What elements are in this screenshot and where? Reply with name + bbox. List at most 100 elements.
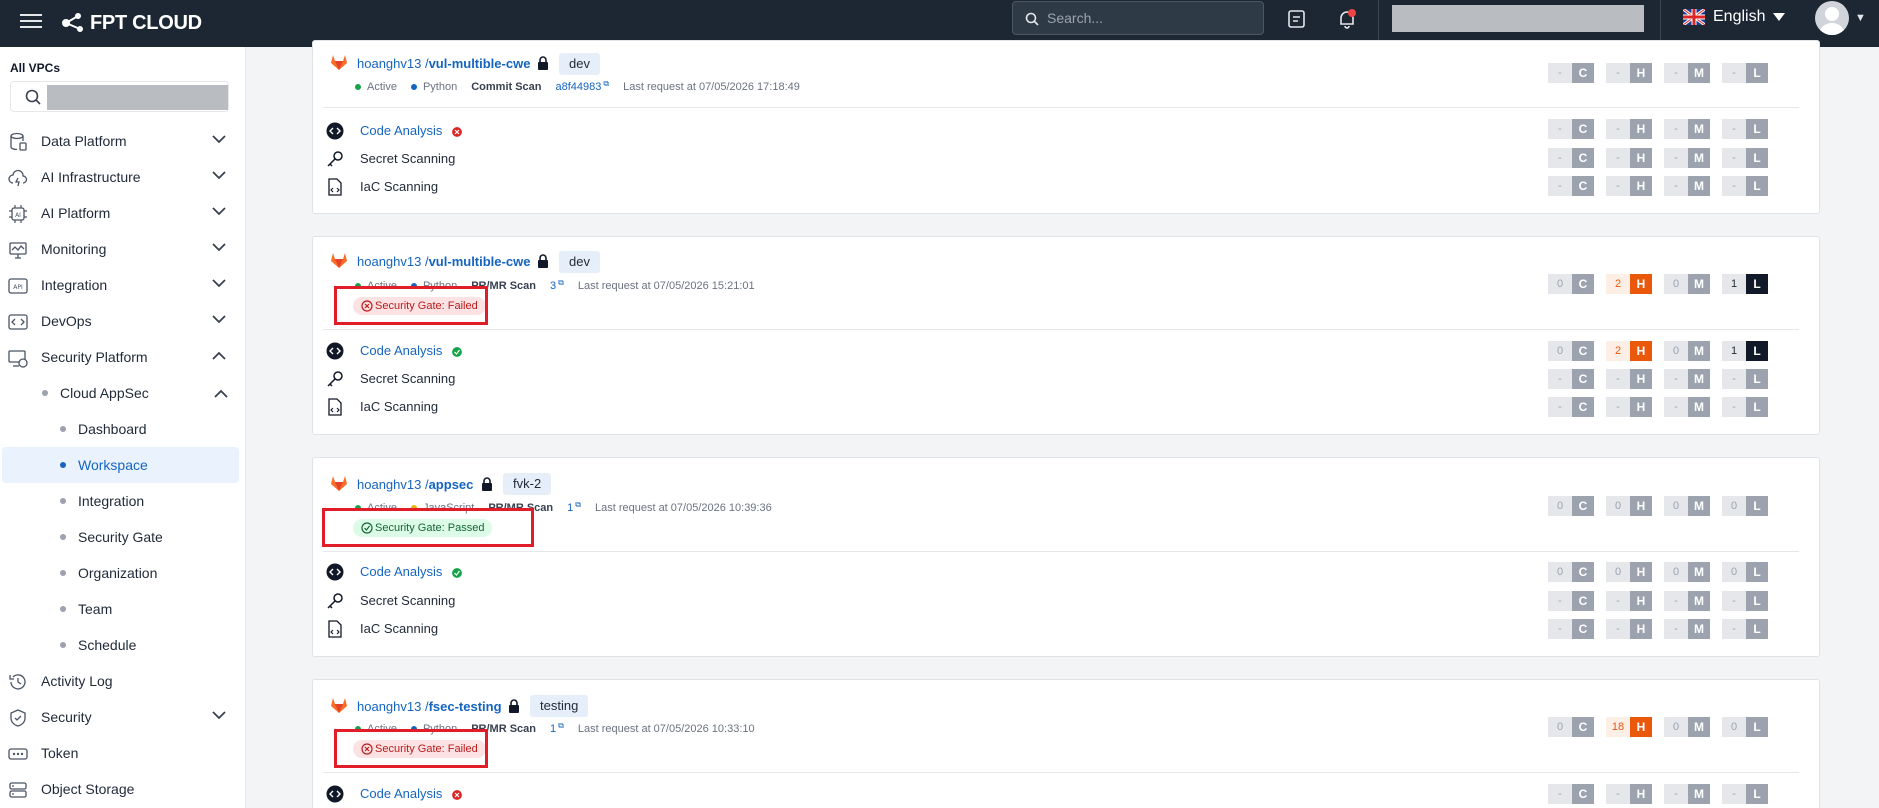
sidebar-subitem-integration[interactable]: Integration — [0, 483, 246, 519]
sidebar-item-data-platform[interactable]: Data Platform — [0, 123, 246, 159]
sidebar-subitem-schedule[interactable]: Schedule — [0, 627, 246, 663]
critical-count: 0C — [1548, 562, 1594, 582]
external-link-icon[interactable]: ⧉ — [575, 500, 581, 510]
hamburger-menu-icon[interactable] — [20, 10, 42, 32]
low-count: 0L — [1722, 717, 1768, 737]
fpt-cloud-logo[interactable]: FPT CLOUD — [60, 8, 202, 38]
notes-icon[interactable] — [1286, 8, 1308, 30]
sidebar-subitem-team[interactable]: Team — [0, 591, 246, 627]
passed-status-icon — [452, 568, 462, 578]
chevron-down-icon — [212, 279, 226, 288]
low-count: -L — [1722, 148, 1768, 168]
sidebar-subitem-organization[interactable]: Organization — [0, 555, 246, 591]
repo-card: hoanghv13 /vul-multible-cwe dev Active P… — [312, 40, 1820, 214]
pr-link[interactable]: 1 — [567, 502, 573, 514]
repo-link[interactable]: hoanghv13 /fsec-testing — [357, 699, 502, 714]
medium-count: -M — [1664, 619, 1710, 639]
iac-scanning-label: IaC Scanning — [360, 621, 439, 636]
low-count: -L — [1722, 397, 1768, 417]
sidebar-subitem-workspace[interactable]: Workspace — [2, 447, 239, 483]
count-value: - — [1606, 63, 1630, 83]
sidebar-item-token[interactable]: Token — [0, 735, 246, 771]
language-dot-icon — [410, 84, 417, 90]
low-badge: L — [1746, 619, 1768, 639]
count-value: - — [1664, 369, 1688, 389]
count-value: - — [1606, 591, 1630, 611]
critical-badge: C — [1572, 619, 1594, 639]
count-value: - — [1548, 119, 1572, 139]
iac-file-icon — [328, 620, 342, 638]
high-count: 18 H — [1606, 717, 1652, 737]
high-badge: H — [1630, 341, 1652, 361]
high-badge: H — [1630, 562, 1652, 582]
high-count: -H — [1606, 369, 1652, 389]
pr-link[interactable]: 3 — [550, 280, 556, 292]
vpc-search-input[interactable] — [10, 81, 229, 112]
count-value: - — [1722, 784, 1746, 804]
sidebar-subitem-dashboard[interactable]: Dashboard — [0, 411, 246, 447]
repo-link[interactable]: hoanghv13 /vul-multible-cwe — [357, 56, 530, 71]
monitor-icon — [9, 242, 27, 259]
sidebar-item-integration[interactable]: API Integration — [0, 267, 246, 303]
sidebar-item-cloud-appsec[interactable]: Cloud AppSec — [0, 375, 246, 411]
sidebar-item-devops[interactable]: DevOps — [0, 303, 246, 339]
external-link-icon[interactable]: ⧉ — [558, 721, 564, 731]
sidebar-item-activity-log[interactable]: Activity Log — [0, 663, 246, 699]
medium-count: 0M — [1664, 562, 1710, 582]
lock-icon — [509, 699, 519, 713]
bullet-icon — [60, 606, 66, 612]
gitlab-icon — [331, 476, 347, 491]
code-analysis-link[interactable]: Code Analysis — [360, 343, 442, 358]
repo-owner: hoanghv13 / — [357, 254, 429, 269]
sidebar-item-security-platform[interactable]: Security Platform — [0, 339, 246, 375]
avatar-caret-icon[interactable]: ▼ — [1855, 12, 1866, 24]
repo-link[interactable]: hoanghv13 /appsec — [357, 477, 473, 492]
sidebar-subitem-security-gate[interactable]: Security Gate — [0, 519, 246, 555]
critical-badge: C — [1572, 341, 1594, 361]
external-link-icon[interactable]: ⧉ — [603, 79, 609, 89]
high-count: -H — [1606, 63, 1652, 83]
low-count: -L — [1722, 119, 1768, 139]
sidebar-item-security[interactable]: Security — [0, 699, 246, 735]
count-value: 0 — [1722, 496, 1746, 516]
repo-language: Python — [422, 81, 458, 93]
user-avatar[interactable] — [1815, 1, 1849, 35]
account-name-redacted[interactable] — [1392, 5, 1644, 32]
code-analysis-link[interactable]: Code Analysis — [360, 564, 442, 579]
low-count: -L — [1722, 176, 1768, 196]
shield-icon — [10, 709, 26, 727]
language-selector[interactable]: English — [1683, 8, 1786, 26]
critical-count: 0C — [1548, 717, 1594, 737]
code-analysis-link[interactable]: Code Analysis — [360, 123, 442, 138]
count-value: 0 — [1664, 274, 1688, 294]
pr-link[interactable]: 1 — [550, 723, 556, 735]
high-count: -H — [1606, 619, 1652, 639]
sidebar-item-object-storage[interactable]: Object Storage — [0, 771, 246, 807]
repo-name: vul-multible-cwe — [428, 56, 531, 71]
code-analysis-link[interactable]: Code Analysis — [360, 786, 442, 801]
high-badge: H — [1630, 591, 1652, 611]
bell-icon[interactable] — [1336, 8, 1358, 30]
external-link-icon[interactable]: ⧉ — [558, 278, 564, 288]
secret-scanning-severity: -C -H -M -L — [1548, 369, 1780, 389]
iac-scanning-severity: -C -H -M -L — [1548, 176, 1780, 196]
repo-name: appsec — [428, 477, 474, 492]
bullet-icon — [42, 390, 48, 396]
low-badge: L — [1746, 369, 1768, 389]
lock-icon — [538, 254, 548, 268]
count-value: - — [1722, 619, 1746, 639]
bullet-icon — [60, 462, 66, 468]
sidebar-item-ai-infrastructure[interactable]: AI Infrastructure — [0, 159, 246, 195]
critical-badge: C — [1572, 119, 1594, 139]
sidebar-item-monitoring[interactable]: Monitoring — [0, 231, 246, 267]
medium-badge: M — [1688, 148, 1710, 168]
sidebar-item-label: DevOps — [41, 313, 92, 329]
count-value: - — [1664, 397, 1688, 417]
code-analysis-severity: -C -H -M -L — [1548, 119, 1780, 139]
global-search-input[interactable]: Search... — [1012, 1, 1264, 35]
key-icon — [327, 371, 343, 387]
commit-link[interactable]: a8f44983 — [556, 81, 602, 93]
medium-badge: M — [1688, 63, 1710, 83]
sidebar-item-ai-platform[interactable]: AI AI Platform — [0, 195, 246, 231]
repo-link[interactable]: hoanghv13 /vul-multible-cwe — [357, 254, 530, 269]
